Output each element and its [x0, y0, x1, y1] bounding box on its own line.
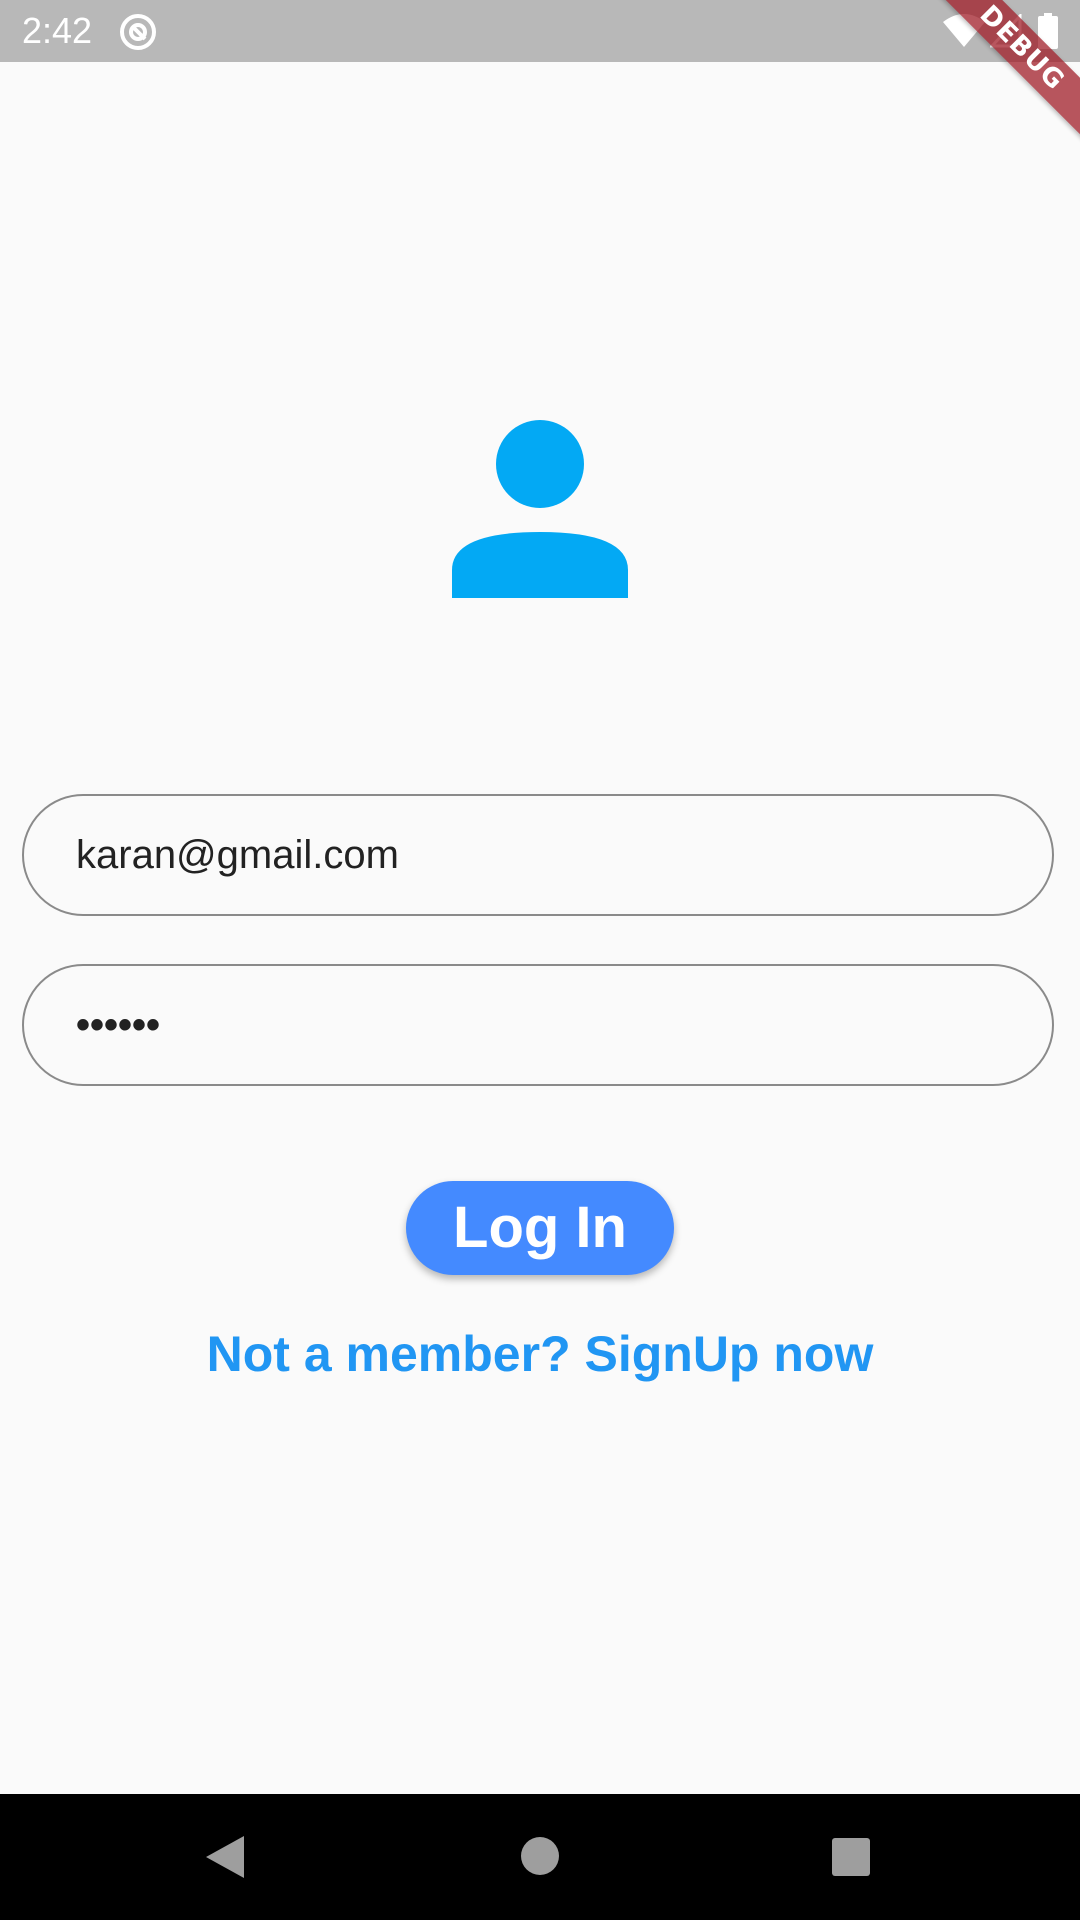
- person-icon: [452, 420, 628, 598]
- login-screen: 2:42 DEBUG karan@gmail.com •••••• Log In…: [0, 0, 1080, 1920]
- back-icon[interactable]: [204, 1834, 246, 1880]
- email-value: karan@gmail.com: [76, 833, 399, 877]
- password-field[interactable]: ••••••: [22, 964, 1054, 1086]
- recents-icon[interactable]: [831, 1837, 871, 1877]
- status-bar: 2:42: [0, 0, 1080, 62]
- status-time: 2:42: [22, 10, 93, 51]
- home-icon[interactable]: [520, 1836, 560, 1876]
- login-button[interactable]: Log In: [406, 1181, 674, 1275]
- email-field[interactable]: karan@gmail.com: [22, 794, 1054, 916]
- password-value: ••••••: [76, 1003, 161, 1047]
- navigation-bar: [0, 1794, 1080, 1920]
- app-notification-icon: [120, 14, 156, 50]
- signup-link[interactable]: Not a member? SignUp now: [0, 1322, 1080, 1386]
